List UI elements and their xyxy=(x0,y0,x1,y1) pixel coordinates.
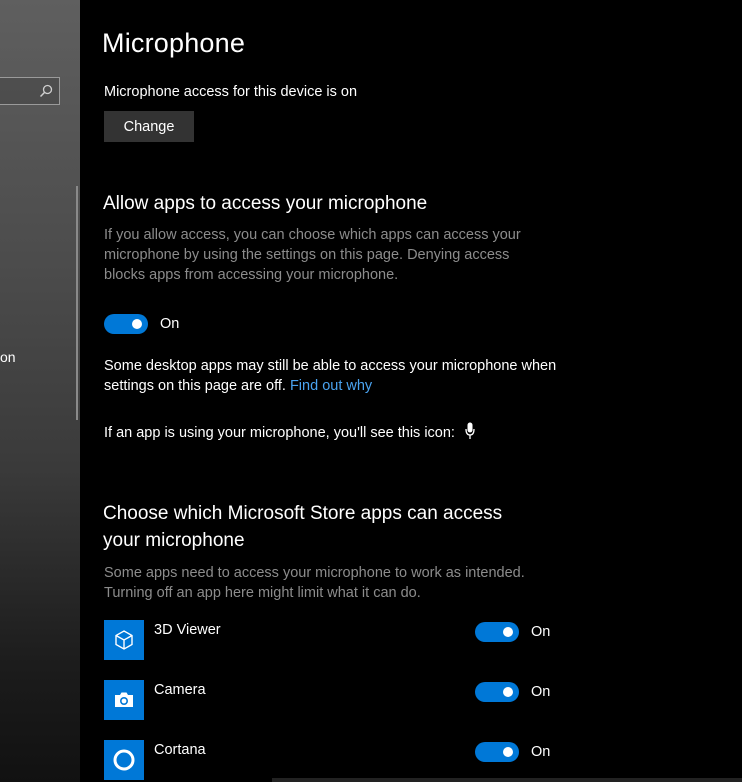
app-name: 3D Viewer xyxy=(154,622,221,638)
app-row-cortana: Cortana On xyxy=(104,740,564,780)
allow-apps-toggle-label: On xyxy=(160,316,180,332)
app-toggle-label: On xyxy=(531,684,551,700)
icon-note: If an app is using your microphone, you'… xyxy=(104,422,564,446)
app-toggle-cortana[interactable] xyxy=(475,742,519,762)
settings-content: Microphone Microphone access for this de… xyxy=(80,0,742,782)
camera-icon xyxy=(104,680,144,720)
device-access-status: Microphone access for this device is on xyxy=(104,84,358,100)
store-apps-description: Some apps need to access your microphone… xyxy=(104,565,525,601)
app-toggle-3d-viewer[interactable] xyxy=(475,622,519,642)
change-button[interactable]: Change xyxy=(104,111,194,142)
app-toggle-camera[interactable] xyxy=(475,682,519,702)
allow-apps-heading: Allow apps to access your microphone xyxy=(103,193,428,214)
toggle-knob xyxy=(503,687,513,697)
search-box[interactable] xyxy=(0,77,60,105)
toggle-knob xyxy=(503,627,513,637)
find-out-why-link[interactable]: Find out why xyxy=(290,378,372,394)
app-toggle-label: On xyxy=(531,624,551,640)
search-icon[interactable] xyxy=(39,84,53,98)
cube-icon xyxy=(104,620,144,660)
allow-apps-description: If you allow access, you can choose whic… xyxy=(104,227,521,283)
microphone-icon xyxy=(465,422,475,446)
nav-scrollbar[interactable] xyxy=(76,186,78,420)
bottom-edge-bar xyxy=(272,778,742,782)
app-row-3d-viewer: 3D Viewer On xyxy=(104,620,564,660)
app-name: Camera xyxy=(154,682,206,698)
app-toggle-label: On xyxy=(531,744,551,760)
app-name: Cortana xyxy=(154,742,206,758)
page-title: Microphone xyxy=(102,28,246,58)
desktop-apps-note: Some desktop apps may still be able to a… xyxy=(104,356,564,396)
toggle-knob xyxy=(132,319,142,329)
icon-note-text: If an app is using your microphone, you'… xyxy=(104,425,455,441)
navigation-pane: on xyxy=(0,0,80,782)
sidebar-item-partial-label[interactable]: on xyxy=(0,349,16,365)
toggle-knob xyxy=(503,747,513,757)
allow-apps-toggle[interactable] xyxy=(104,314,148,334)
cortana-ring-icon xyxy=(104,740,144,780)
app-row-camera: Camera On xyxy=(104,680,564,720)
store-apps-heading: Choose which Microsoft Store apps can ac… xyxy=(103,503,503,551)
